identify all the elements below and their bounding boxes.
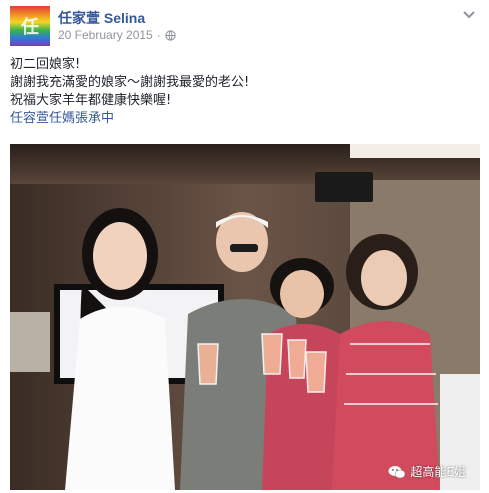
author-name[interactable]: 任家萱 Selina [58,8,145,28]
post-meta: 20 February 2015 · [58,28,176,42]
meta-separator: · [156,28,161,42]
profile-avatar[interactable]: 任 [10,6,50,46]
group-photo-image [10,144,480,490]
globe-icon[interactable] [165,29,176,41]
wechat-icon [388,465,406,478]
chevron-down-icon[interactable] [462,10,476,20]
post-text-line: 謝謝我充滿愛的娘家～謝謝我最愛的老公! [10,75,250,90]
post-text-line: 祝福大家羊年都健康快樂喔! [10,93,172,108]
post-header: 任 任家萱 Selina 20 February 2015 · [10,6,480,46]
post-text-line: 初二回娘家! [10,57,81,72]
post-body: 初二回娘家! 謝謝我充滿愛的娘家～謝謝我最愛的老公! 祝福大家羊年都健康快樂喔!… [10,56,480,128]
tagged-people-link[interactable]: 任容萱任媽張承中 [10,110,480,128]
watermark-text: 超高能E姐 [410,465,466,479]
post-date[interactable]: 20 February 2015 [58,28,153,42]
svg-text:任: 任 [20,16,39,38]
rainbow-avatar-icon: 任 [20,16,39,38]
post-photo[interactable]: 超高能E姐 [10,144,480,490]
photo-watermark: 超高能E姐 [388,463,466,480]
